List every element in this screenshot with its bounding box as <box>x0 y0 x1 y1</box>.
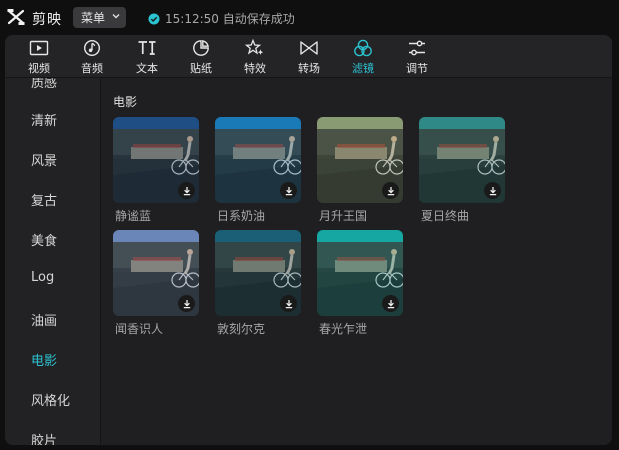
text-icon <box>138 41 156 55</box>
tab-effects[interactable]: 特效 <box>232 35 278 78</box>
download-button[interactable] <box>382 182 399 199</box>
download-icon <box>489 186 496 195</box>
filter-thumbnail[interactable] <box>317 230 403 316</box>
filter-card[interactable]: 敦刻尔克 <box>215 230 301 337</box>
sidebar-item-log[interactable]: Log <box>31 270 54 285</box>
filter-name: 静谧蓝 <box>115 209 152 223</box>
filter-thumbnail[interactable] <box>215 117 301 203</box>
save-status: 15:12:50 自动保存成功 <box>148 10 295 27</box>
download-icon <box>183 299 190 308</box>
tab-video[interactable]: 视频 <box>16 35 62 78</box>
filter-name: 春光乍泄 <box>319 322 368 336</box>
filter-thumbnail[interactable] <box>113 117 199 203</box>
download-icon <box>285 299 292 308</box>
title-bar: 剪映 菜单 15:12:50 自动保存成功 <box>0 0 619 34</box>
filter-thumbnail[interactable] <box>113 230 199 316</box>
filter-name: 敦刻尔克 <box>217 322 266 336</box>
filter-card[interactable]: 闻香识人 <box>113 230 199 337</box>
filter-thumbnail[interactable] <box>419 117 505 203</box>
filter-card[interactable]: 静谧蓝 <box>113 117 199 224</box>
check-circle-icon <box>148 13 160 24</box>
section-title: 电影 <box>113 95 138 109</box>
app-logo-icon <box>7 9 25 25</box>
filter-icon <box>354 39 372 57</box>
video-icon <box>29 40 49 56</box>
audio-icon <box>83 39 101 57</box>
transition-icon <box>300 41 318 55</box>
filter-name: 月升王国 <box>319 209 368 223</box>
tab-sticker[interactable]: 贴纸 <box>178 35 224 78</box>
effects-icon <box>245 39 264 55</box>
filter-name: 闻香识人 <box>115 322 164 336</box>
sidebar-item-stylized[interactable]: 风格化 <box>31 390 70 409</box>
sidebar-item-oil-painting[interactable]: 油画 <box>31 310 57 329</box>
filter-card[interactable]: 月升王国 <box>317 117 403 224</box>
filter-name: 夏日终曲 <box>421 209 470 223</box>
filter-thumbnail[interactable] <box>215 230 301 316</box>
sidebar-item-fresh[interactable]: 清新 <box>31 110 57 129</box>
menu-label: 菜单 <box>81 11 106 25</box>
filter-card[interactable]: 夏日终曲 <box>419 117 505 224</box>
filter-grid-area: 电影 静谧蓝 日系奶油 月升王国 夏日终曲闻香识人 敦刻尔克 春光乍泄 <box>102 78 612 445</box>
category-toolbar: 视频 音频 文本 贴纸 特效 转场 滤镜 调节 <box>5 35 612 78</box>
download-button[interactable] <box>178 182 195 199</box>
download-icon <box>387 299 394 308</box>
filter-card[interactable]: 春光乍泄 <box>317 230 403 337</box>
adjust-icon <box>409 40 425 56</box>
download-icon <box>285 186 292 195</box>
save-status-text: 15:12:50 自动保存成功 <box>165 12 295 26</box>
tab-filter[interactable]: 滤镜 <box>340 35 386 78</box>
tab-transition[interactable]: 转场 <box>286 35 332 78</box>
download-icon <box>183 186 190 195</box>
tab-audio[interactable]: 音频 <box>69 35 115 78</box>
materials-panel: 视频 音频 文本 贴纸 特效 转场 滤镜 调节 质感 清新 风景 复古 美食 L… <box>5 35 612 445</box>
download-button[interactable] <box>484 182 501 199</box>
filter-thumbnail[interactable] <box>317 117 403 203</box>
sidebar-item-food[interactable]: 美食 <box>31 230 57 249</box>
sidebar-item-film[interactable]: 胶片 <box>31 430 57 445</box>
download-icon <box>387 186 394 195</box>
tab-adjust[interactable]: 调节 <box>394 35 440 78</box>
sidebar-item-movie[interactable]: 电影 <box>31 350 57 369</box>
download-button[interactable] <box>280 182 297 199</box>
sidebar-item-retro[interactable]: 复古 <box>31 190 57 209</box>
filter-category-sidebar: 质感 清新 风景 复古 美食 Log 油画 电影 风格化 胶片 <box>5 78 101 445</box>
menu-button[interactable]: 菜单 <box>73 7 126 28</box>
filter-card[interactable]: 日系奶油 <box>215 117 301 224</box>
download-button[interactable] <box>178 295 195 312</box>
sidebar-item-texture[interactable]: 质感 <box>31 78 57 91</box>
download-button[interactable] <box>382 295 399 312</box>
app-name: 剪映 <box>32 12 62 28</box>
chevron-down-icon <box>112 14 120 19</box>
tab-text[interactable]: 文本 <box>124 35 170 78</box>
sidebar-item-landscape[interactable]: 风景 <box>31 150 57 169</box>
filter-name: 日系奶油 <box>217 209 266 223</box>
sticker-icon <box>193 40 209 56</box>
download-button[interactable] <box>280 295 297 312</box>
